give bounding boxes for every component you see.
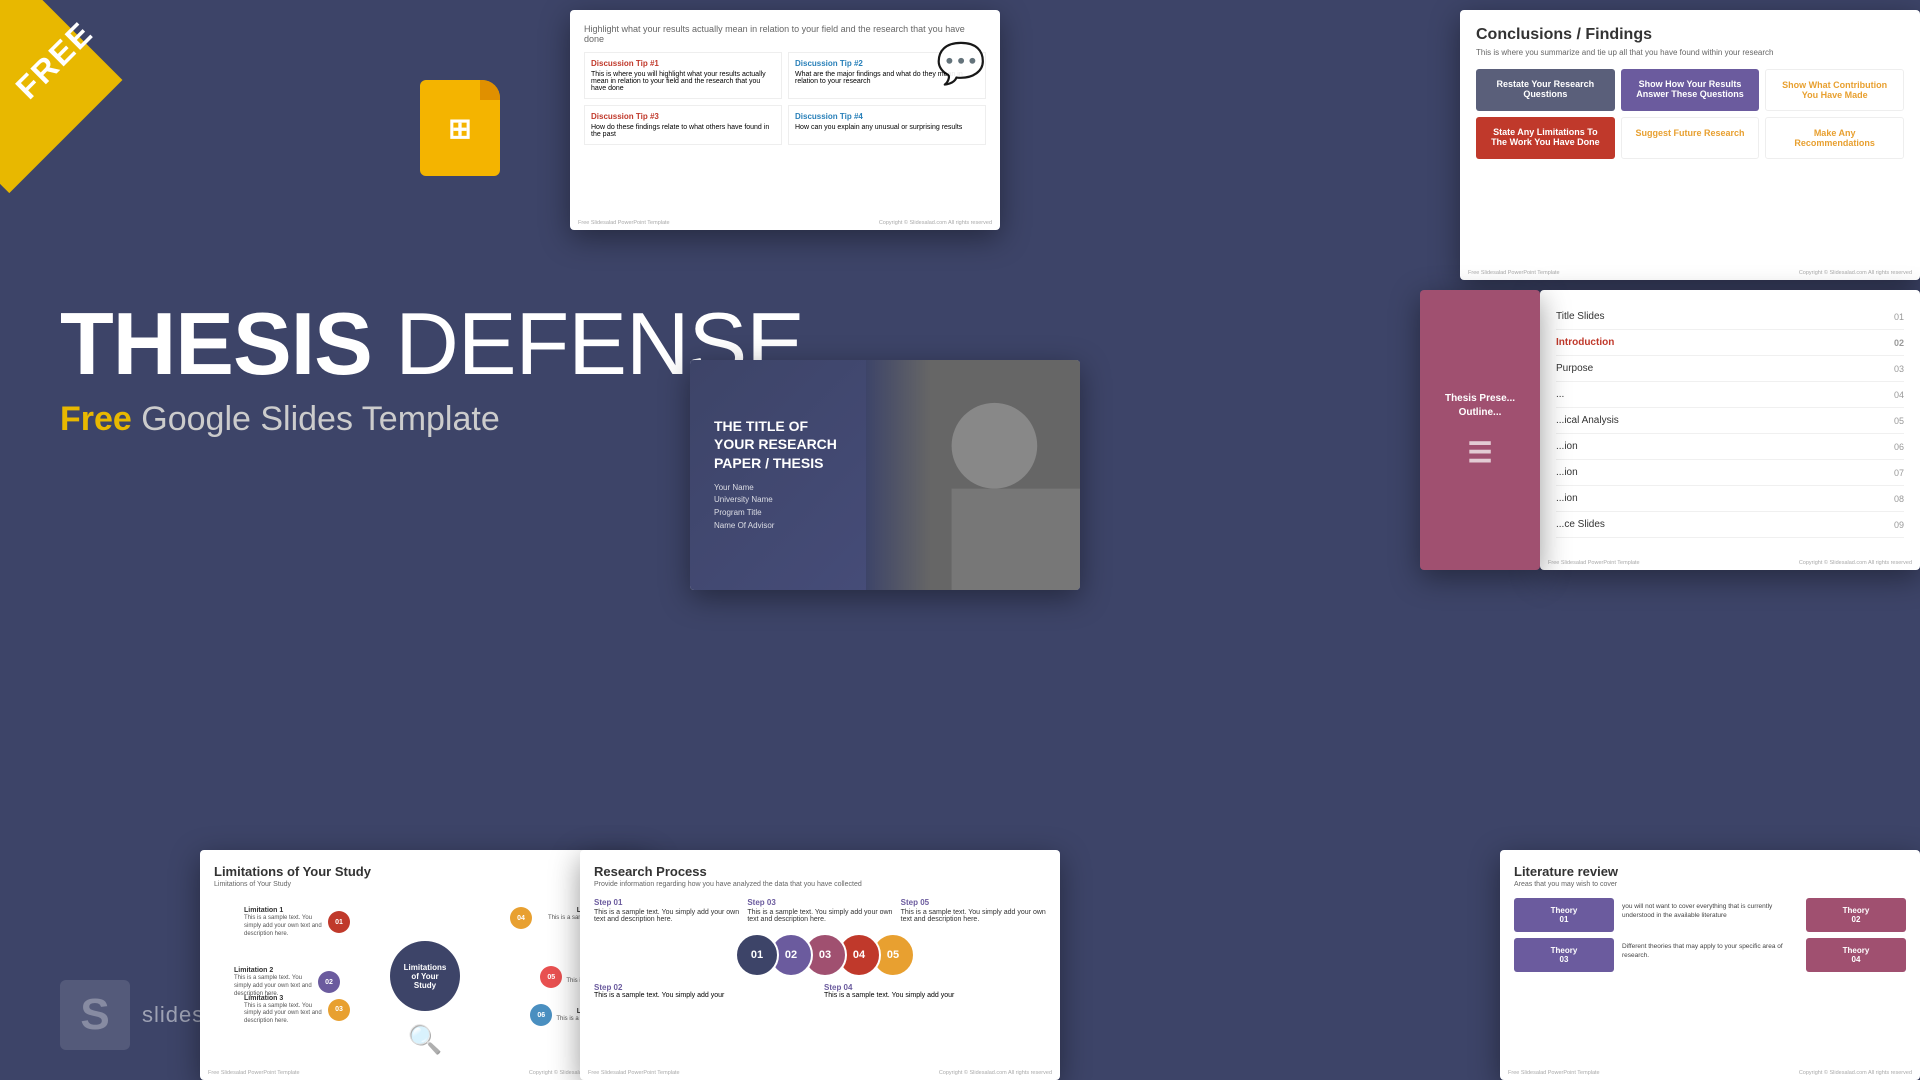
conc-cell1: Restate Your Research Questions: [1476, 69, 1615, 111]
res-step5: Step 05 This is a sample text. You simpl…: [901, 898, 1046, 923]
logo-s-icon: S: [60, 980, 130, 1050]
lim-diagram: Limitationsof YourStudy 🔍 Limitation 1Th…: [214, 896, 636, 1056]
res-step4: Step 04 This is a sample text. You simpl…: [824, 983, 1046, 999]
res-steps-bottom: Step 02 This is a sample text. You simpl…: [594, 983, 1046, 999]
slide-outline: Thesis Prese...Outline... ☰: [1420, 290, 1540, 570]
res-title: Research Process: [594, 864, 1046, 879]
lit-brand-right: Copyright © Slidesalad.com All rights re…: [1799, 1070, 1912, 1076]
toc-item-1: Introduction02: [1556, 330, 1904, 356]
res-steps-top: Step 01 This is a sample text. You simpl…: [594, 898, 1046, 923]
toc-item-5: ...ion06: [1556, 434, 1904, 460]
discussion-grid: Discussion Tip #1 This is where you will…: [584, 52, 986, 145]
toc-brand-right: Copyright © Slidesalad.com All rights re…: [1799, 560, 1912, 566]
subtitle-rest: Google Slides Template: [132, 400, 500, 438]
lim-node3: Limitation 3This is a sample text. You s…: [244, 994, 350, 1026]
lim-center: Limitationsof YourStudy: [390, 941, 460, 1011]
res-subtitle: Provide information regarding how you ha…: [594, 881, 1046, 888]
slide-literature: Literature review Areas that you may wis…: [1500, 850, 1920, 1080]
slide-brand-right: Copyright © Slidesalad.com All rights re…: [879, 220, 992, 226]
slide-title-main: THE TITLE OF YOUR RESEARCH PAPER / THESI…: [690, 360, 1080, 590]
conc-cell6: Make Any Recommendations: [1765, 117, 1904, 159]
lit-theory03: Theory03: [1514, 938, 1614, 972]
subtitle-free: Free: [60, 400, 132, 438]
slide-toc: Title Slides01Introduction02Purpose03...…: [1540, 290, 1920, 570]
chat-icon: 💬: [936, 40, 986, 87]
disc-tip3: Discussion Tip #3 How do these findings …: [584, 105, 782, 145]
toc-item-8: ...ce Slides09: [1556, 512, 1904, 538]
lit-theory02: Theory02: [1806, 898, 1906, 932]
res-step3: Step 03 This is a sample text. You simpl…: [747, 898, 892, 923]
checklist-icon: ☰: [1467, 436, 1492, 469]
outline-title: Thesis Prese...Outline...: [1445, 392, 1515, 420]
lit-grid-bottom: Theory03 Different theories that may app…: [1514, 938, 1906, 972]
conc-cell3: Show What Contribution You Have Made: [1765, 69, 1904, 111]
lim-title: Limitations of Your Study: [214, 864, 636, 879]
lim-subtitle: Limitations of Your Study: [214, 881, 636, 888]
res-circles: 0102030405: [594, 933, 1046, 977]
lim-brand-left: Free Slidesalad PowerPoint Template: [208, 1070, 300, 1076]
toc-item-3: ...04: [1556, 382, 1904, 408]
magnify-icon: 🔍: [408, 1023, 443, 1056]
photo-overlay: [866, 360, 1081, 590]
conc-cell5: Suggest Future Research: [1621, 117, 1760, 159]
conc-grid-bottom: State Any Limitations To The Work You Ha…: [1476, 117, 1904, 159]
res-brand-right: Copyright © Slidesalad.com All rights re…: [939, 1070, 1052, 1076]
lim-node1: Limitation 1This is a sample text. You s…: [244, 906, 350, 938]
disc-tip4-text: How can you explain any unusual or surpr…: [795, 124, 979, 131]
res-circle-1: 01: [735, 933, 779, 977]
toc-item-4: ...ical Analysis05: [1556, 408, 1904, 434]
disc-tip4-title: Discussion Tip #4: [795, 112, 979, 121]
conc-subtitle: This is where you summarize and tie up a…: [1476, 48, 1904, 57]
gs-icon-inner: ⊞: [448, 112, 471, 145]
conc-cell2: Show How Your Results Answer These Quest…: [1621, 69, 1760, 111]
toc-item-0: Title Slides01: [1556, 304, 1904, 330]
slide-research: Research Process Provide information reg…: [580, 850, 1060, 1080]
res-brand-left: Free Slidesalad PowerPoint Template: [588, 1070, 680, 1076]
disc-tip1: Discussion Tip #1 This is where you will…: [584, 52, 782, 99]
toc-item-6: ...ion07: [1556, 460, 1904, 486]
disc-tip3-title: Discussion Tip #3: [591, 112, 775, 121]
title-thesis: THESIS: [60, 294, 372, 393]
lit-theory01: Theory01: [1514, 898, 1614, 932]
conc-brand-right: Copyright © Slidesalad.com All rights re…: [1799, 270, 1912, 276]
lit-desc03: Different theories that may apply to you…: [1620, 938, 1800, 972]
lit-subtitle: Areas that you may wish to cover: [1514, 881, 1906, 888]
disc-tip4: Discussion Tip #4 How can you explain an…: [788, 105, 986, 145]
conc-grid-top: Restate Your Research Questions Show How…: [1476, 69, 1904, 111]
toc-item-7: ...ion08: [1556, 486, 1904, 512]
discussion-header: Highlight what your results actually mea…: [584, 24, 986, 44]
slide-discussion: Highlight what your results actually mea…: [570, 10, 1000, 230]
slide-brand-left: Free Slidesalad PowerPoint Template: [578, 220, 670, 226]
lit-desc01: you will not want to cover everything th…: [1620, 898, 1800, 932]
lit-brand-left: Free Slidesalad PowerPoint Template: [1508, 1070, 1600, 1076]
paper-title: THE TITLE OF YOUR RESEARCH PAPER / THESI…: [714, 417, 1056, 472]
lit-grid-top: Theory01 you will not want to cover ever…: [1514, 898, 1906, 932]
conc-title: Conclusions / Findings: [1476, 26, 1904, 44]
disc-tip3-text: How do these findings relate to what oth…: [591, 124, 775, 138]
res-step2: Step 02 This is a sample text. You simpl…: [594, 983, 816, 999]
google-slides-icon: ⊞: [420, 80, 500, 180]
toc-brand-left: Free Slidesalad PowerPoint Template: [1548, 560, 1640, 566]
conc-cell4: State Any Limitations To The Work You Ha…: [1476, 117, 1615, 159]
lit-title: Literature review: [1514, 864, 1906, 879]
res-step1: Step 01 This is a sample text. You simpl…: [594, 898, 739, 923]
slide-conclusions: Conclusions / Findings This is where you…: [1460, 10, 1920, 280]
lit-theory04: Theory04: [1806, 938, 1906, 972]
toc-list: Title Slides01Introduction02Purpose03...…: [1556, 304, 1904, 538]
conc-brand-left: Free Slidesalad PowerPoint Template: [1468, 270, 1560, 276]
paper-meta: Your Name University Name Program Title …: [714, 482, 1056, 533]
toc-item-2: Purpose03: [1556, 356, 1904, 382]
disc-tip1-title: Discussion Tip #1: [591, 59, 775, 68]
disc-tip1-text: This is where you will highlight what yo…: [591, 71, 775, 92]
